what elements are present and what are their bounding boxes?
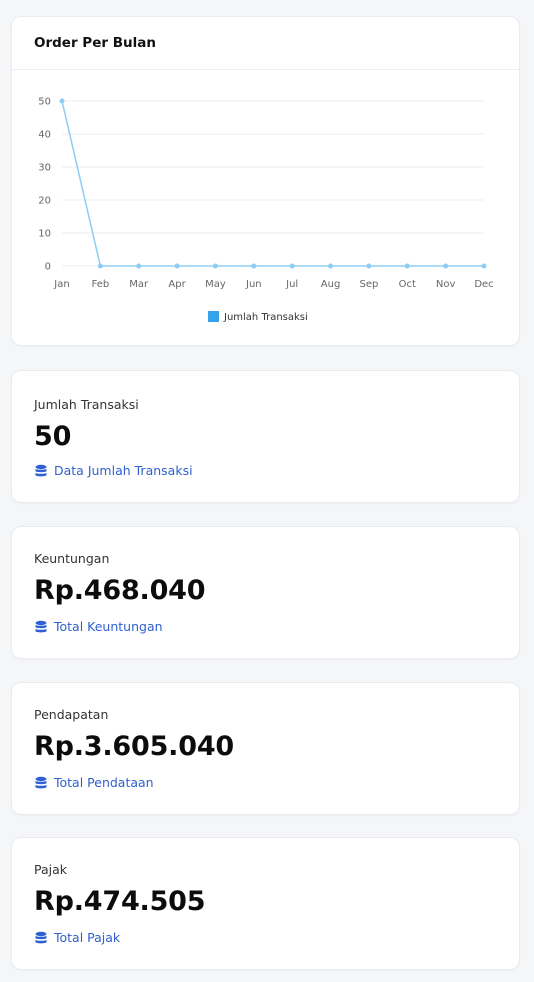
- data-point: [212, 263, 218, 269]
- x-tick-label: Nov: [436, 279, 456, 290]
- stat-link-total-pendataan[interactable]: Total Pendataan: [34, 775, 154, 790]
- stat-value: 50: [34, 421, 72, 452]
- stat-label: Pendapatan: [34, 707, 109, 722]
- stat-card-pajak: Pajak Rp.474.505 Total Pajak: [11, 837, 520, 970]
- y-tick-label: 10: [38, 229, 51, 240]
- database-icon: [35, 931, 47, 943]
- stat-link-total-keuntungan[interactable]: Total Keuntungan: [34, 619, 163, 634]
- x-tick-label: Apr: [168, 279, 186, 290]
- data-point: [97, 263, 103, 269]
- data-point: [328, 263, 334, 269]
- legend-label: Jumlah Transaksi: [223, 312, 308, 323]
- database-icon: [35, 776, 47, 788]
- x-tick-label: Aug: [321, 279, 341, 290]
- order-line-chart: 0 10 20 30 40 50 Jan Feb Mar Apr May Jun Jul Aug Sep Oc…: [38, 97, 493, 324]
- chart-title: Order Per Bulan: [12, 17, 519, 70]
- data-point: [366, 263, 372, 269]
- database-icon: [35, 464, 47, 476]
- data-point: [174, 263, 180, 269]
- stat-value: Rp.474.505: [34, 886, 206, 917]
- x-tick-label: Sep: [359, 279, 378, 290]
- x-tick-label: Jan: [53, 279, 69, 290]
- series-line: [61, 100, 484, 267]
- legend-swatch: [208, 311, 219, 322]
- y-tick-label: 30: [38, 163, 51, 174]
- stat-link-label: Total Pajak: [54, 930, 121, 945]
- stat-value: Rp.3.605.040: [34, 731, 234, 762]
- data-point: [404, 263, 410, 269]
- stat-card-pendapatan: Pendapatan Rp.3.605.040 Total Pendataan: [11, 682, 520, 815]
- data-point: [443, 263, 449, 269]
- stat-label: Pajak: [34, 862, 68, 877]
- y-tick-label: 20: [38, 196, 51, 207]
- stat-link-data-jumlah-transaksi[interactable]: Data Jumlah Transaksi: [34, 463, 193, 478]
- x-tick-label: Mar: [129, 279, 149, 290]
- x-tick-label: Feb: [92, 279, 110, 290]
- stat-link-total-pajak[interactable]: Total Pajak: [34, 930, 120, 945]
- x-tick-label: May: [205, 279, 226, 290]
- data-point: [59, 98, 65, 104]
- stat-link-label: Total Keuntungan: [54, 619, 163, 634]
- database-icon: [35, 620, 47, 632]
- x-tick-label: Dec: [474, 279, 493, 290]
- x-tick-label: Oct: [399, 279, 416, 290]
- y-tick-label: 0: [45, 262, 51, 273]
- y-tick-label: 50: [38, 97, 51, 108]
- stat-value: Rp.468.040: [34, 575, 206, 606]
- x-tick-label: Jul: [285, 279, 298, 290]
- stat-card-jumlah-transaksi: Jumlah Transaksi 50 Data Jumlah Transaks…: [11, 370, 520, 503]
- data-point: [136, 263, 142, 269]
- stat-label: Keuntungan: [34, 551, 110, 566]
- data-point: [251, 263, 257, 269]
- stat-link-label: Total Pendataan: [54, 775, 154, 790]
- y-tick-label: 40: [38, 130, 51, 141]
- stat-label: Jumlah Transaksi: [34, 397, 139, 412]
- stat-card-keuntungan: Keuntungan Rp.468.040 Total Keuntungan: [11, 526, 520, 659]
- chart-card: Order Per Bulan 0 10 20 30 40 50 Jan Feb Mar Apr M…: [11, 16, 520, 346]
- x-tick-label: Jun: [245, 279, 262, 290]
- data-point: [289, 263, 295, 269]
- stat-link-label: Data Jumlah Transaksi: [54, 463, 193, 478]
- data-point: [481, 263, 487, 269]
